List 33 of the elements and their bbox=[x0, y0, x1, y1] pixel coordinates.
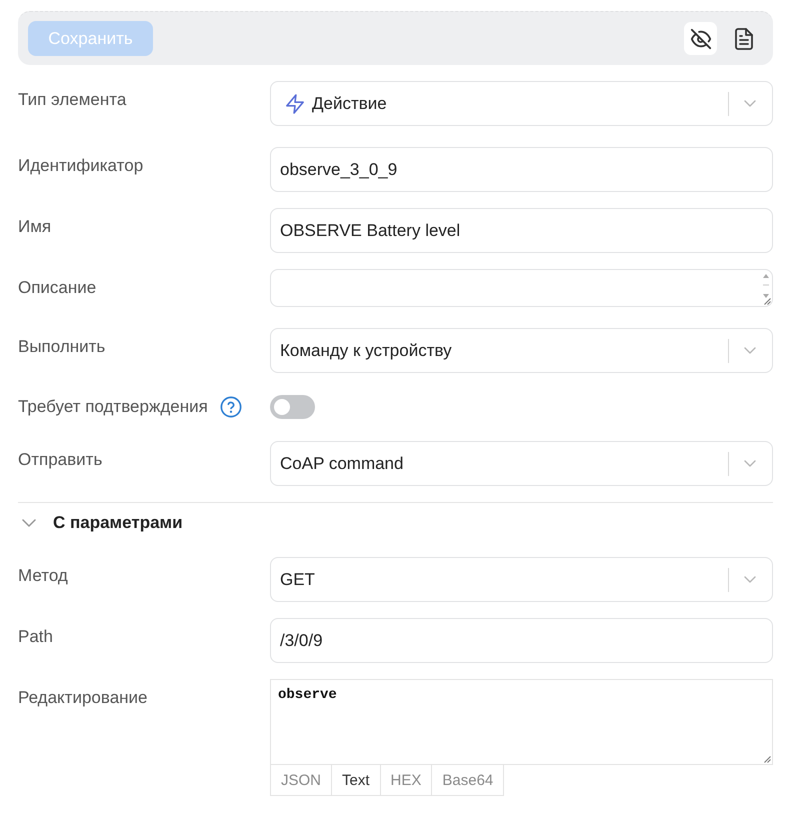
field-label: Описание bbox=[18, 277, 96, 299]
chevron-down-icon bbox=[744, 100, 756, 107]
select-field[interactable]: CoAP command bbox=[270, 441, 773, 486]
resize-grip-icon bbox=[763, 755, 771, 763]
select-field[interactable]: Команду к устройству bbox=[270, 328, 773, 373]
field-label: Идентификатор bbox=[18, 155, 144, 177]
field-label: Имя bbox=[18, 216, 52, 238]
field-label: Метод bbox=[18, 565, 68, 587]
chevron-down-icon[interactable] bbox=[22, 519, 36, 527]
field-label: Редактирование bbox=[18, 687, 148, 709]
field-label: Отправить bbox=[18, 449, 102, 471]
document-icon bbox=[734, 28, 754, 50]
field-label: Path bbox=[18, 626, 53, 648]
text-field[interactable]: OBSERVE Battery level bbox=[270, 208, 773, 253]
code-editor[interactable]: observe bbox=[270, 679, 773, 765]
section-toggle[interactable]: С параметрами bbox=[18, 512, 183, 534]
lightning-icon bbox=[286, 94, 304, 114]
select-field[interactable]: GET bbox=[270, 557, 773, 602]
resize-grip-icon bbox=[763, 297, 771, 305]
text-field[interactable]: observe_3_0_9 bbox=[270, 147, 773, 192]
chevron-down-icon bbox=[744, 576, 756, 583]
help-icon[interactable] bbox=[220, 396, 242, 418]
text-field[interactable]: /3/0/9 bbox=[270, 618, 773, 663]
chevron-down-icon bbox=[744, 347, 756, 354]
field-label: Тип элемента bbox=[18, 89, 126, 111]
select-field[interactable]: Действие bbox=[270, 81, 773, 126]
chevron-down-icon bbox=[744, 460, 756, 467]
scroll-arrows-icon bbox=[762, 273, 770, 299]
visibility-button[interactable] bbox=[684, 22, 717, 55]
field-label: Требует подтверждения bbox=[18, 396, 208, 418]
eye-slash-icon bbox=[690, 28, 712, 50]
toggle-switch[interactable] bbox=[270, 395, 315, 419]
field-label: Выполнить bbox=[18, 336, 106, 358]
